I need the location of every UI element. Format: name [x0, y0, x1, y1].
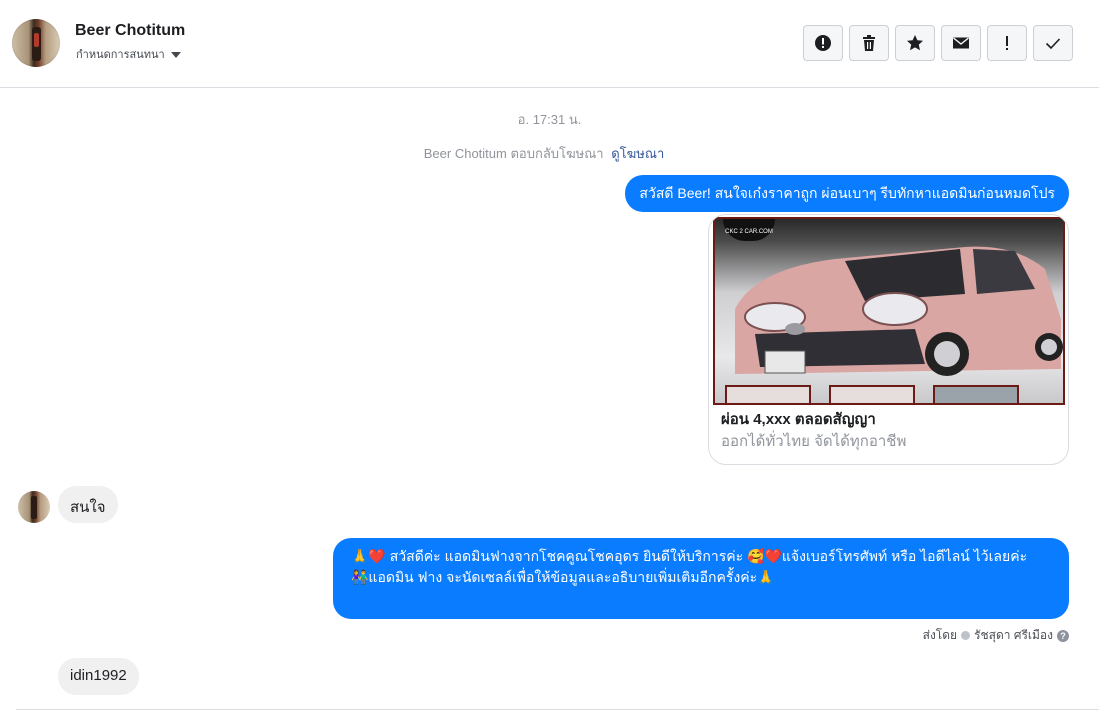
trash-icon: [863, 35, 875, 51]
admin-status-icon: [961, 631, 971, 640]
ad-reply-notice: Beer Chotitum ตอบกลับโฆษณา ดูโฆษณา: [0, 143, 1088, 164]
sender-avatar[interactable]: [18, 491, 50, 523]
ad-reply-text: Beer Chotitum ตอบกลับโฆษณา: [423, 146, 604, 161]
assign-conversation-label: กำหนดการสนทนา: [76, 49, 165, 61]
view-ad-link[interactable]: ดูโฆษณา: [611, 146, 664, 161]
message-timestamp: อ. 17:31 น.: [517, 112, 582, 127]
mark-done-button[interactable]: [1033, 25, 1073, 61]
envelope-icon: [953, 37, 969, 49]
thumbnail: [725, 385, 811, 403]
sent-by-name: รัชสุดา ศรีเมือง: [974, 628, 1053, 642]
outgoing-message[interactable]: 🙏❤️ สวัสดีค่ะ แอดมินฟางจากโชคคูณโชคอุดร …: [333, 538, 1069, 619]
action-toolbar: [803, 25, 1073, 61]
incoming-message[interactable]: idin1992: [58, 658, 139, 695]
dealer-logo: CKC 2 CAR.COM: [723, 219, 775, 241]
sent-by-label: ส่งโดย: [922, 628, 958, 642]
conversation-header: Beer Chotitum กำหนดการสนทนา: [0, 0, 1099, 88]
star-icon: [907, 35, 923, 51]
exclamation-icon: [1006, 36, 1008, 50]
contact-name[interactable]: Beer Chotitum: [75, 22, 185, 40]
thumbnail-strip: [725, 385, 1019, 403]
outgoing-message[interactable]: สวัสดี Beer! สนใจเก๋งราคาถูก ผ่อนเบาๆ รี…: [625, 175, 1069, 212]
mark-important-button[interactable]: [987, 25, 1027, 61]
sent-by-info: ส่งโดย รัชสุดา ศรีเมือง ?: [923, 626, 1069, 645]
caret-down-icon: [170, 51, 181, 58]
ad-card-subtitle: ออกได้ทั่วไทย จัดได้ทุกอาชีพ: [721, 433, 907, 450]
pink-car-illustration: [735, 246, 1063, 376]
mark-unread-button[interactable]: [941, 25, 981, 61]
delete-button[interactable]: [849, 25, 889, 61]
ad-card[interactable]: CKC 2 CAR.COM ผ่อน 4,xxx ตลอดสัญญา ออกได…: [708, 214, 1069, 465]
ad-car-image: CKC 2 CAR.COM: [713, 217, 1065, 405]
report-button[interactable]: [803, 25, 843, 61]
help-icon[interactable]: ?: [1057, 629, 1069, 642]
assign-conversation-dropdown[interactable]: กำหนดการสนทนา: [76, 45, 181, 63]
alert-circle-icon: [815, 35, 831, 51]
contact-avatar[interactable]: [12, 19, 60, 67]
checkmark-icon: [1045, 38, 1061, 50]
thumbnail: [829, 385, 915, 403]
thumbnail: [933, 385, 1019, 403]
message-line: 🙏❤️ สวัสดีค่ะ แอดมินฟางจากโชคคูณโชคอุดร …: [351, 548, 1028, 564]
divider: [16, 709, 1099, 710]
star-button[interactable]: [895, 25, 935, 61]
message-line: 👫แอดมิน ฟาง จะนัดเซลล์เพื่อให้ข้อมูลและอ…: [351, 569, 775, 585]
ad-card-title: ผ่อน 4,xxx ตลอดสัญญา: [721, 411, 876, 428]
incoming-message[interactable]: สนใจ: [58, 486, 118, 523]
